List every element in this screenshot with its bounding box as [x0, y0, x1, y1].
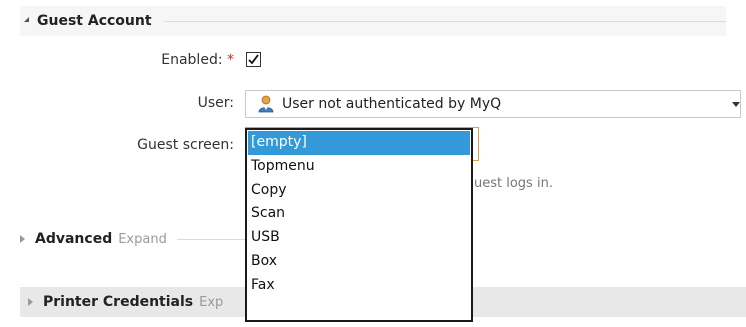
advanced-divider — [176, 238, 250, 240]
user-select[interactable]: User not authenticated by MyQ — [245, 90, 741, 118]
guest-screen-dropdown-list[interactable]: [empty] Topmenu Copy Scan USB Box Fax — [245, 128, 473, 322]
guest-screen-hint: uest logs in. — [474, 176, 553, 191]
dropdown-option-box[interactable]: Box — [247, 250, 471, 274]
checkmark-icon — [248, 54, 259, 65]
section-title: Guest Account — [37, 13, 152, 29]
section-header-guest-account[interactable]: Guest Account — [20, 6, 726, 36]
printer-credentials-title: Printer Credentials — [43, 294, 194, 310]
guest-screen-label: Guest screen: — [137, 137, 234, 153]
enabled-label: Enabled: * — [161, 52, 234, 68]
dropdown-option-scan[interactable]: Scan — [247, 202, 471, 226]
advanced-title: Advanced — [35, 231, 113, 247]
advanced-expand-link[interactable]: Expand — [118, 232, 167, 247]
printer-credentials-expand-link[interactable]: Exp — [199, 295, 223, 310]
expand-triangle-icon[interactable] — [28, 298, 33, 306]
required-marker: * — [227, 52, 234, 68]
enabled-checkbox[interactable] — [246, 52, 261, 67]
dropdown-option-fax[interactable]: Fax — [247, 274, 471, 298]
chevron-down-icon[interactable] — [732, 102, 740, 107]
dropdown-option-empty[interactable]: [empty] — [248, 131, 470, 155]
section-divider — [163, 20, 726, 22]
user-icon — [256, 94, 276, 114]
dropdown-option-topmenu[interactable]: Topmenu — [247, 155, 471, 179]
enabled-label-text: Enabled: — [161, 52, 223, 68]
collapse-triangle-icon[interactable] — [24, 16, 29, 22]
dropdown-option-copy[interactable]: Copy — [247, 179, 471, 203]
section-header-advanced[interactable]: Advanced Expand — [20, 227, 250, 251]
dropdown-option-usb[interactable]: USB — [247, 226, 471, 250]
user-label: User: — [197, 95, 234, 111]
guest-account-settings: Guest Account Enabled: * User: User not … — [0, 0, 746, 327]
user-select-value: User not authenticated by MyQ — [282, 96, 502, 112]
expand-triangle-icon[interactable] — [20, 235, 25, 243]
